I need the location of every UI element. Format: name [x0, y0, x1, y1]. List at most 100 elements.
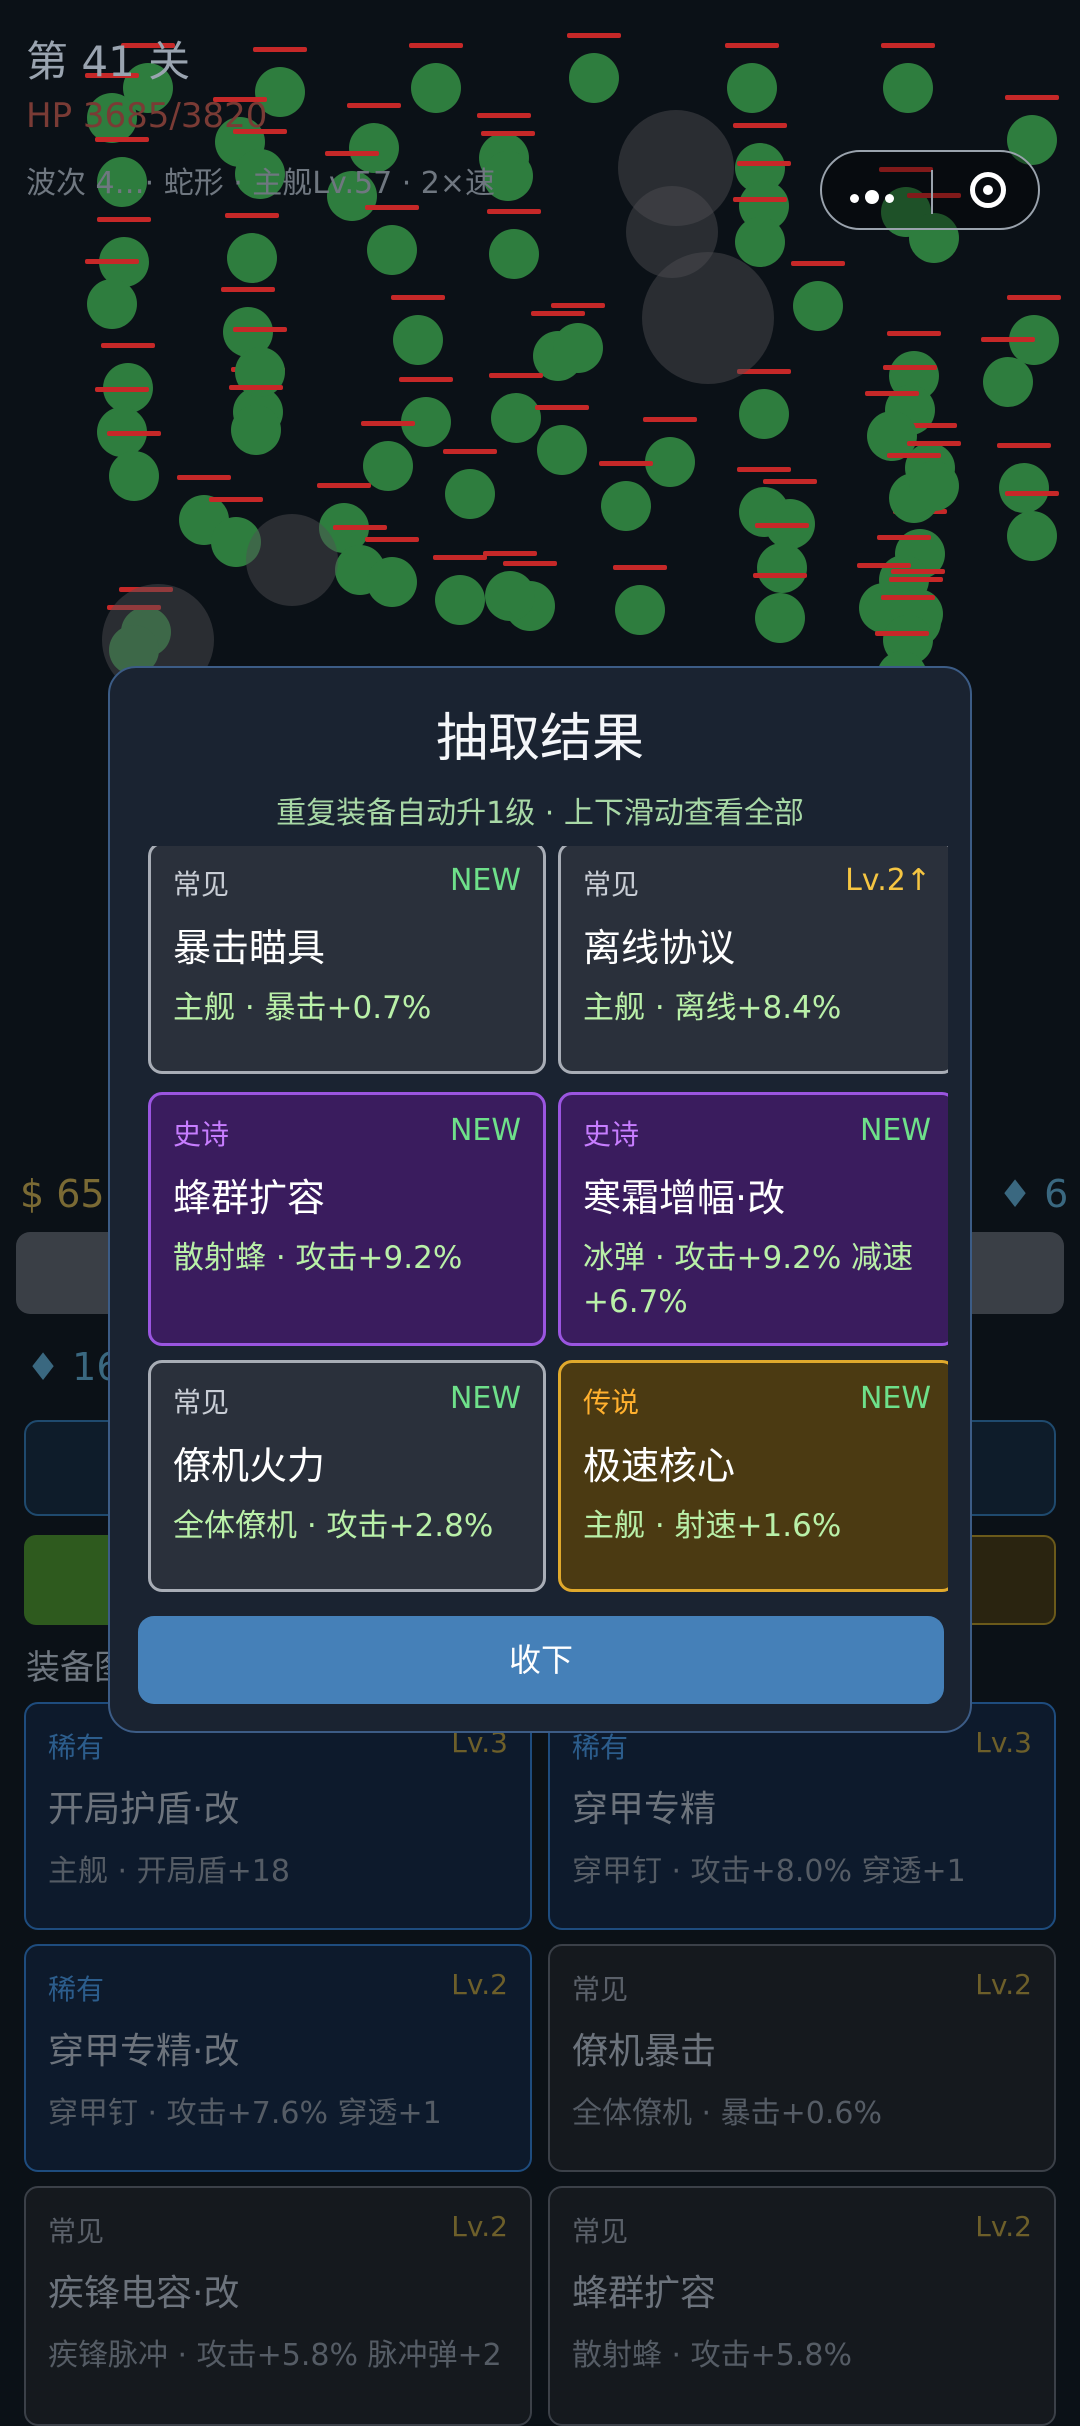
- result-card[interactable]: 史诗 NEW 蜂群扩容 散射蜂 · 攻击+9.2%: [148, 1092, 546, 1346]
- result-desc: 冰弹 · 攻击+9.2% 减速+6.7%: [583, 1240, 914, 1320]
- explosion-smoke: [246, 514, 338, 606]
- result-desc: 全体僚机 · 攻击+2.8%: [173, 1508, 494, 1544]
- enemy-ship: [443, 449, 497, 519]
- enemy-ship: [599, 461, 653, 531]
- explosion-smoke: [642, 252, 774, 384]
- enemy-hp-bar: [737, 161, 791, 166]
- card-level: Lv.2: [451, 2210, 508, 2243]
- result-tag: NEW: [449, 1381, 521, 1416]
- enemy-hp-bar: [567, 33, 621, 38]
- more-menu-button[interactable]: [850, 188, 900, 207]
- enemy-ship: [107, 431, 161, 501]
- card-desc: 散射蜂 · 攻击+5.8%: [572, 2338, 852, 2373]
- result-name: 寒霜增幅·改: [583, 1176, 786, 1220]
- enemy-hp-bar: [489, 373, 543, 378]
- enemy-ship: [85, 259, 139, 329]
- card-name: 疾锋电容·改: [48, 2273, 240, 2314]
- result-desc: 散射蜂 · 攻击+9.2%: [173, 1240, 463, 1276]
- enemy-hp-bar: [599, 461, 653, 466]
- enemy-ship: [365, 205, 419, 275]
- enemy-ship: [483, 551, 537, 621]
- inventory-card[interactable]: 稀有 Lv.2 穿甲专精·改 穿甲钉 · 攻击+7.6% 穿透+1: [24, 1944, 532, 2172]
- card-desc: 全体僚机 · 暴击+0.6%: [572, 2096, 882, 2131]
- enemy-hp-bar: [737, 467, 791, 472]
- enemy-ship: [997, 443, 1051, 513]
- gem-counter-left: ♦ 16: [26, 1345, 121, 1389]
- result-desc: 主舰 · 射速+1.6%: [583, 1508, 842, 1544]
- enemy-ship: [365, 537, 419, 607]
- player-hp: HP 3685/3820: [26, 96, 268, 136]
- card-rarity: 稀有: [48, 1973, 105, 2006]
- enemy-hp-bar: [333, 525, 387, 530]
- enemy-ship: [613, 565, 667, 635]
- inventory-card[interactable]: 稀有 Lv.3 开局护盾·改 主舰 · 开局盾+18: [24, 1702, 532, 1930]
- enemy-ship: [487, 209, 541, 279]
- result-tag: NEW: [859, 1381, 931, 1416]
- collect-button[interactable]: 收下: [138, 1616, 944, 1704]
- card-level: Lv.3: [975, 1726, 1032, 1759]
- enemy-ship: [535, 405, 589, 475]
- card-name: 蜂群扩容: [572, 2273, 717, 2314]
- enemy-hp-bar: [1007, 295, 1061, 300]
- wave-info: 波次 4…· 蛇形 · 主舰Lv.57 · 2×速: [26, 166, 495, 201]
- enemy-hp-bar: [391, 295, 445, 300]
- enemy-ship: [229, 385, 283, 455]
- enemy-hp-bar: [725, 43, 779, 48]
- enemy-hp-bar: [1005, 491, 1059, 496]
- enemy-ship: [551, 303, 605, 373]
- enemy-hp-bar: [483, 551, 537, 556]
- card-rarity: 常见: [48, 2215, 105, 2248]
- miniprogram-capsule: [820, 150, 1040, 230]
- enemy-hp-bar: [877, 535, 931, 540]
- enemy-hp-bar: [233, 327, 287, 332]
- inventory-card[interactable]: 常见 Lv.2 疾锋电容·改 疾锋脉冲 · 攻击+5.8% 脉冲弹+2: [24, 2186, 532, 2426]
- enemy-hp-bar: [883, 365, 937, 370]
- enemy-hp-bar: [347, 103, 401, 108]
- gem-counter-right: ♦ 6: [998, 1172, 1069, 1216]
- enemy-ship: [725, 43, 779, 113]
- card-desc: 穿甲钉 · 攻击+8.0% 穿透+1: [572, 1854, 966, 1889]
- enemy-hp-bar: [443, 449, 497, 454]
- enemy-ship: [433, 555, 487, 625]
- result-scroll-area[interactable]: 常见 NEW 暴击瞄具 主舰 · 暴击+0.7% 常见 Lv.2↑ 离线协议 主…: [136, 846, 948, 1664]
- enemy-hp-bar: [1005, 95, 1059, 100]
- money-counter: $ 65.: [20, 1172, 117, 1216]
- inventory-card[interactable]: 常见 Lv.2 僚机暴击 全体僚机 · 暴击+0.6%: [548, 1944, 1056, 2172]
- result-card[interactable]: 常见 NEW 暴击瞄具 主舰 · 暴击+0.7%: [148, 846, 546, 1074]
- enemy-ship: [489, 373, 543, 443]
- more-dot-right: [885, 194, 894, 203]
- draw-result-modal: 抽取结果 重复装备自动升1级 · 上下滑动查看全部 常见 NEW 暴击瞄具 主舰…: [108, 666, 972, 1733]
- enemy-ship: [567, 33, 621, 103]
- more-dot-center: [865, 190, 879, 204]
- enemy-hp-bar: [225, 213, 279, 218]
- inventory-card[interactable]: 稀有 Lv.3 穿甲专精 穿甲钉 · 攻击+8.0% 穿透+1: [548, 1702, 1056, 1930]
- result-card[interactable]: 史诗 NEW 寒霜增幅·改 冰弹 · 攻击+9.2% 减速+6.7%: [558, 1092, 948, 1346]
- enemy-hp-bar: [101, 343, 155, 348]
- enemy-ship: [1005, 491, 1059, 561]
- result-card[interactable]: 常见 Lv.2↑ 离线协议 主舰 · 离线+8.4%: [558, 846, 948, 1074]
- result-tag: Lv.2↑: [845, 863, 931, 898]
- result-card[interactable]: 传说 NEW 极速核心 主舰 · 射速+1.6%: [558, 1360, 948, 1592]
- card-rarity: 常见: [572, 2215, 629, 2248]
- close-miniprogram-icon[interactable]: [970, 172, 1006, 208]
- enemy-ship: [409, 43, 463, 113]
- inventory-card[interactable]: 常见 Lv.2 蜂群扩容 散射蜂 · 攻击+5.8%: [548, 2186, 1056, 2426]
- enemy-hp-bar: [755, 523, 809, 528]
- result-name: 僚机火力: [173, 1444, 326, 1488]
- enemy-hp-bar: [477, 113, 531, 118]
- card-name: 穿甲专精: [572, 1789, 717, 1830]
- enemy-ship: [225, 213, 279, 283]
- card-name: 僚机暴击: [572, 2031, 717, 2072]
- enemy-ship: [391, 295, 445, 365]
- enemy-ship: [791, 261, 845, 331]
- enemy-hp-bar: [433, 555, 487, 560]
- result-card[interactable]: 常见 NEW 僚机火力 全体僚机 · 攻击+2.8%: [148, 1360, 546, 1592]
- card-desc: 主舰 · 开局盾+18: [48, 1854, 290, 1889]
- card-level: Lv.2: [451, 1968, 508, 2001]
- enemy-hp-bar: [535, 405, 589, 410]
- enemy-hp-bar: [365, 537, 419, 542]
- enemy-hp-bar: [177, 475, 231, 480]
- result-name: 离线协议: [583, 926, 736, 970]
- enemy-hp-bar: [889, 577, 943, 582]
- enemy-ship: [737, 369, 791, 439]
